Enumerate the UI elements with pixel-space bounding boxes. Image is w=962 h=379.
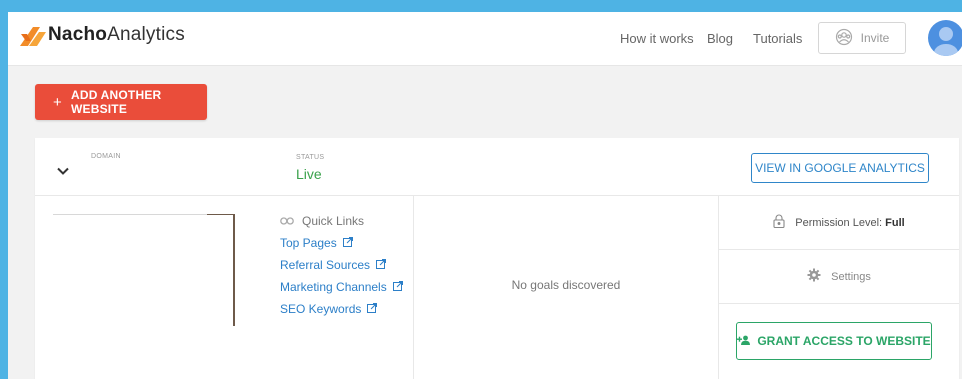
view-in-google-analytics-button[interactable]: VIEW IN GOOGLE ANALYTICS (751, 153, 929, 183)
site-thumbnail-border (233, 214, 235, 326)
external-link-icon (367, 302, 378, 316)
quick-link-label: SEO Keywords (280, 302, 362, 316)
quick-link-seo-keywords[interactable]: SEO Keywords (280, 302, 378, 316)
chevron-down-icon[interactable] (57, 162, 69, 180)
grant-access-label: GRANT ACCESS TO WEBSITE (757, 334, 931, 348)
external-link-icon (342, 236, 353, 250)
quick-link-label: Marketing Channels (280, 280, 387, 294)
invite-button[interactable]: Invite (818, 22, 906, 54)
goals-panel: No goals discovered (414, 196, 719, 379)
quick-links-heading: Quick Links (280, 214, 364, 228)
site-thumbnail-edge (207, 214, 233, 215)
permission-label: Permission Level: (795, 216, 883, 229)
nav-how-it-works[interactable]: How it works (620, 31, 694, 46)
permission-level: Permission Level: Full (719, 196, 959, 250)
quick-link-marketing-channels[interactable]: Marketing Channels (280, 280, 403, 294)
no-goals-message: No goals discovered (511, 278, 621, 292)
external-link-icon (376, 258, 387, 272)
invite-icon (835, 28, 853, 49)
quick-link-top-pages[interactable]: Top Pages (280, 236, 353, 250)
add-another-website-button[interactable]: + ADD ANOTHER WEBSITE (35, 84, 207, 120)
add-website-label: ADD ANOTHER WEBSITE (70, 88, 162, 116)
brand-name: NachoAnalytics (48, 24, 185, 46)
quick-links-title: Quick Links (302, 214, 365, 228)
app-frame: NachoAnalytics How it works Blog Tutoria… (8, 12, 962, 379)
website-card-header: DOMAIN STATUS Live VIEW IN GOOGLE ANALYT… (35, 138, 959, 196)
status-label: STATUS (296, 154, 325, 161)
add-user-icon (737, 334, 751, 348)
gear-icon (807, 268, 821, 285)
domain-label: DOMAIN (91, 153, 121, 160)
quick-link-label: Referral Sources (280, 258, 371, 272)
plus-icon: + (53, 93, 62, 111)
link-icon (280, 214, 294, 228)
website-card: DOMAIN STATUS Live VIEW IN GOOGLE ANALYT… (35, 138, 959, 379)
brand-name-rest: Analytics (107, 24, 185, 45)
settings-label: Settings (831, 270, 871, 283)
brand-logo[interactable]: NachoAnalytics (20, 24, 185, 46)
permission-value: Full (885, 216, 905, 229)
nav-tutorials[interactable]: Tutorials (753, 31, 802, 46)
quick-link-referral-sources[interactable]: Referral Sources (280, 258, 387, 272)
quick-links-panel: Quick Links Top Pages Referral Sources M… (35, 196, 414, 379)
nav-blog[interactable]: Blog (707, 31, 733, 46)
status-value: Live (296, 166, 322, 182)
quick-link-label: Top Pages (280, 236, 337, 250)
grant-access-button[interactable]: GRANT ACCESS TO WEBSITE (736, 322, 932, 360)
lock-icon (773, 214, 785, 231)
site-thumbnail (53, 214, 233, 215)
settings-link[interactable]: Settings (719, 250, 959, 304)
external-link-icon (392, 280, 403, 294)
access-panel: Permission Level: Full Settings GRANT AC… (719, 196, 959, 379)
permission-text: Permission Level: Full (795, 217, 904, 229)
top-navbar: NachoAnalytics How it works Blog Tutoria… (8, 12, 962, 66)
logo-icon (20, 24, 46, 46)
avatar[interactable] (928, 20, 962, 56)
brand-name-bold: Nacho (48, 24, 108, 45)
invite-label: Invite (860, 31, 890, 45)
